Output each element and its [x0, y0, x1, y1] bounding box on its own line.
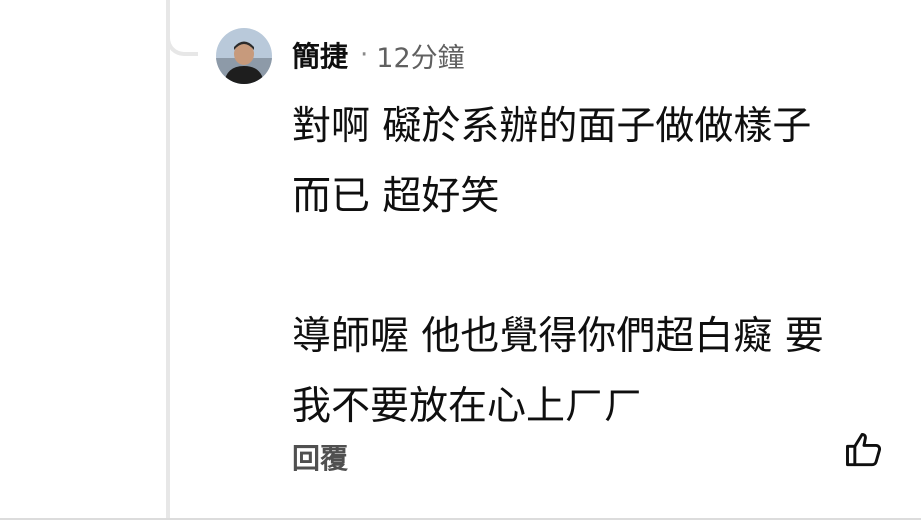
separator-dot: ·: [360, 40, 369, 70]
comment-line: 對啊 礙於系辦的面子做做樣子: [292, 104, 812, 149]
comment-line-blank: [292, 232, 892, 302]
comment-thread: 簡捷 · 12分鐘 對啊 礙於系辦的面子做做樣子 而已 超好笑 導師喔 他也覺得…: [0, 0, 921, 530]
like-button[interactable]: [842, 428, 886, 472]
comment-line: 而已 超好笑: [292, 174, 500, 219]
comment-line: 導師喔 他也覺得你們超白癡 要: [292, 314, 824, 359]
bottom-divider: [0, 518, 921, 520]
author-name[interactable]: 簡捷: [292, 35, 348, 75]
avatar-image: [216, 28, 272, 84]
comment-line: 我不要放在心上ㄏㄏ: [292, 384, 644, 429]
reply-button[interactable]: 回覆: [292, 437, 348, 477]
thread-line: [166, 0, 170, 518]
thread-connector: [166, 0, 198, 56]
timestamp: 12分鐘: [376, 42, 465, 74]
thumbs-up-icon: [846, 432, 882, 467]
comment-text: 對啊 礙於系辦的面子做做樣子 而已 超好笑 導師喔 他也覺得你們超白癡 要 我不…: [292, 92, 892, 442]
avatar[interactable]: [216, 28, 272, 84]
comment-header: 簡捷 · 12分鐘: [292, 30, 465, 80]
